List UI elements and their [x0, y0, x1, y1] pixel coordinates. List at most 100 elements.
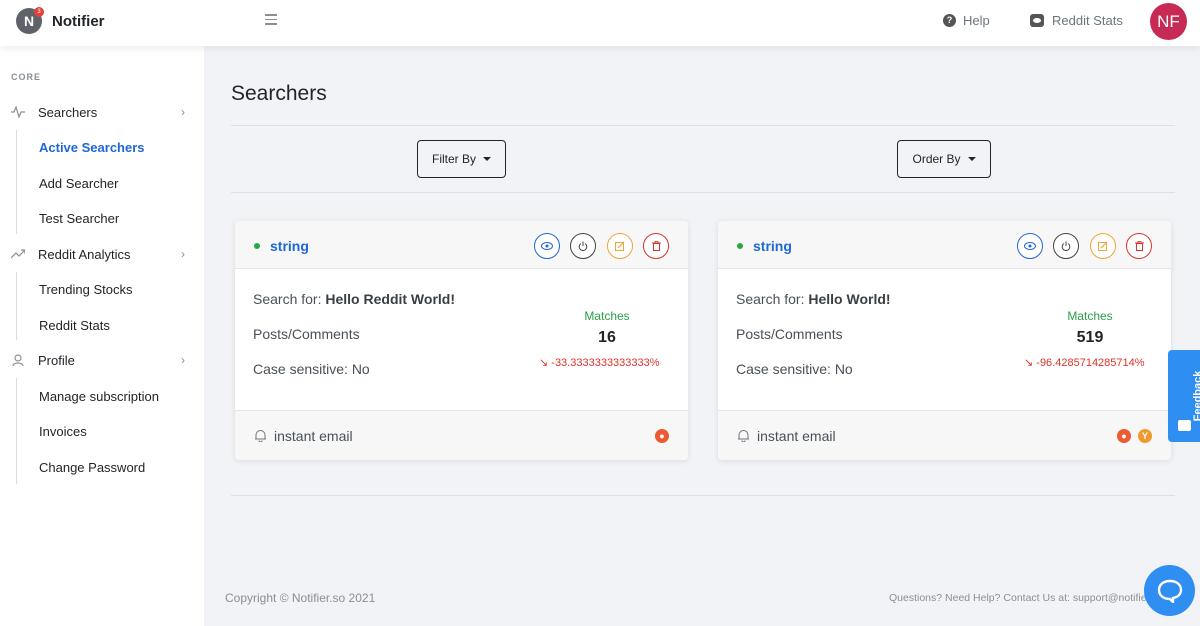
reddit-icon: ●	[1117, 429, 1131, 443]
reddit-icon	[1030, 14, 1044, 27]
delete-button[interactable]	[1126, 233, 1152, 259]
edit-icon	[615, 241, 625, 251]
sidebar: CORE Searchers › Active Searchers Add Se…	[0, 46, 204, 626]
sidebar-item-active-searchers[interactable]: Active Searchers	[39, 140, 145, 155]
toggle-power-button[interactable]	[1053, 233, 1079, 259]
avatar[interactable]: NF	[1150, 3, 1187, 40]
card-footer: instant email ● Y	[718, 410, 1171, 460]
matches-count: 519	[1076, 329, 1104, 346]
sidebar-item-profile[interactable]: Profile ›	[0, 346, 204, 374]
card-header: string	[718, 221, 1171, 269]
sidebar-item-trending-stocks[interactable]: Trending Stocks	[39, 282, 132, 297]
notification-method: instant email	[274, 428, 353, 444]
search-term: Hello Reddit World!	[325, 291, 455, 307]
user-icon	[11, 353, 25, 367]
sidebar-heading: CORE	[11, 72, 42, 82]
sidebar-divider	[16, 130, 17, 234]
matches-change: ↘ -96.4285714285714%	[1024, 356, 1145, 369]
notification-method: instant email	[757, 428, 836, 444]
power-icon	[1061, 241, 1071, 251]
divider	[231, 192, 1175, 193]
eye-icon	[541, 242, 553, 250]
toggle-power-button[interactable]	[570, 233, 596, 259]
order-by-button[interactable]: Order By	[897, 140, 991, 178]
sidebar-divider	[16, 378, 17, 484]
feedback-icon	[1178, 420, 1191, 431]
chevron-right-icon: ›	[181, 105, 185, 119]
top-navbar: N 3 Notifier ? Help Reddit Stats NF	[0, 0, 1200, 46]
menu-toggle-icon[interactable]	[265, 14, 277, 26]
matches-change: ↘ -33.3333333333333%	[539, 356, 660, 369]
view-button[interactable]	[534, 233, 560, 259]
sidebar-item-label: Searchers	[38, 104, 98, 120]
trending-down-icon: ↘	[539, 357, 552, 369]
sidebar-item-reddit-stats[interactable]: Reddit Stats	[39, 318, 110, 333]
search-prefix: Search for:	[736, 291, 809, 307]
sidebar-item-label: Profile	[38, 352, 75, 368]
sidebar-item-manage-subscription[interactable]: Manage subscription	[39, 389, 159, 404]
divider	[231, 495, 1175, 496]
sidebar-item-invoices[interactable]: Invoices	[39, 424, 87, 439]
copyright-text: Copyright © Notifier.so 2021	[225, 591, 376, 605]
activity-icon	[11, 105, 25, 119]
edit-button[interactable]	[607, 233, 633, 259]
chevron-right-icon: ›	[181, 353, 185, 367]
bell-icon	[738, 430, 749, 442]
brand-name[interactable]: Notifier	[52, 13, 105, 30]
help-link[interactable]: ? Help	[943, 13, 990, 28]
trash-icon	[651, 241, 661, 251]
bell-icon	[255, 430, 266, 442]
card-header: string	[235, 221, 688, 269]
delete-button[interactable]	[643, 233, 669, 259]
feedback-label: Feedback	[1192, 370, 1200, 422]
change-value: -96.4285714285714%	[1036, 357, 1145, 369]
change-value: -33.3333333333333%	[551, 357, 660, 369]
search-type: Posts/Comments	[736, 326, 843, 342]
search-term-line: Search for: Hello World!	[736, 291, 891, 307]
chat-icon	[1157, 579, 1182, 603]
divider	[231, 125, 1175, 126]
matches-label: Matches	[584, 309, 630, 323]
searcher-card: string Search for: Hello World! Posts/Co…	[718, 221, 1171, 460]
card-footer: instant email ●	[235, 410, 688, 460]
reddit-stats-label: Reddit Stats	[1052, 13, 1123, 28]
filter-by-button[interactable]: Filter By	[417, 140, 506, 178]
matches-count: 16	[598, 329, 616, 346]
chat-button[interactable]	[1144, 565, 1195, 616]
trending-up-icon	[11, 247, 25, 261]
search-prefix: Search for:	[253, 291, 326, 307]
view-button[interactable]	[1017, 233, 1043, 259]
support-text: Questions? Need Help? Contact Us at: sup…	[889, 592, 1149, 604]
case-sensitive: Case sensitive: No	[736, 361, 853, 377]
ycombinator-icon: Y	[1138, 429, 1152, 443]
status-dot	[737, 243, 743, 249]
case-sensitive: Case sensitive: No	[253, 361, 370, 377]
searcher-name[interactable]: string	[270, 238, 309, 254]
sidebar-item-change-password[interactable]: Change Password	[39, 460, 145, 475]
sidebar-item-test-searcher[interactable]: Test Searcher	[39, 211, 119, 226]
eye-icon	[1024, 242, 1036, 250]
searcher-name[interactable]: string	[753, 238, 792, 254]
feedback-tab[interactable]: Feedback	[1168, 350, 1200, 442]
reddit-stats-link[interactable]: Reddit Stats	[1030, 13, 1123, 28]
filter-by-label: Filter By	[431, 152, 476, 166]
caret-down-icon	[483, 157, 491, 161]
caret-down-icon	[967, 157, 976, 161]
chevron-right-icon: ›	[181, 247, 185, 261]
reddit-icon: ●	[655, 429, 669, 443]
help-label: Help	[963, 13, 990, 28]
sidebar-item-searchers[interactable]: Searchers ›	[0, 98, 204, 126]
trash-icon	[1134, 241, 1144, 251]
searcher-card: string Search for: Hello Reddit World! P…	[235, 221, 688, 460]
sidebar-item-label: Reddit Analytics	[38, 246, 131, 262]
sidebar-item-reddit-analytics[interactable]: Reddit Analytics ›	[0, 240, 204, 268]
sidebar-divider	[16, 272, 17, 340]
matches-label: Matches	[1067, 309, 1113, 323]
edit-icon	[1098, 241, 1108, 251]
sidebar-item-add-searcher[interactable]: Add Searcher	[39, 176, 119, 191]
power-icon	[578, 241, 588, 251]
edit-button[interactable]	[1090, 233, 1116, 259]
question-circle-icon: ?	[943, 14, 956, 27]
notification-badge: 3	[34, 7, 44, 17]
status-dot	[254, 243, 260, 249]
